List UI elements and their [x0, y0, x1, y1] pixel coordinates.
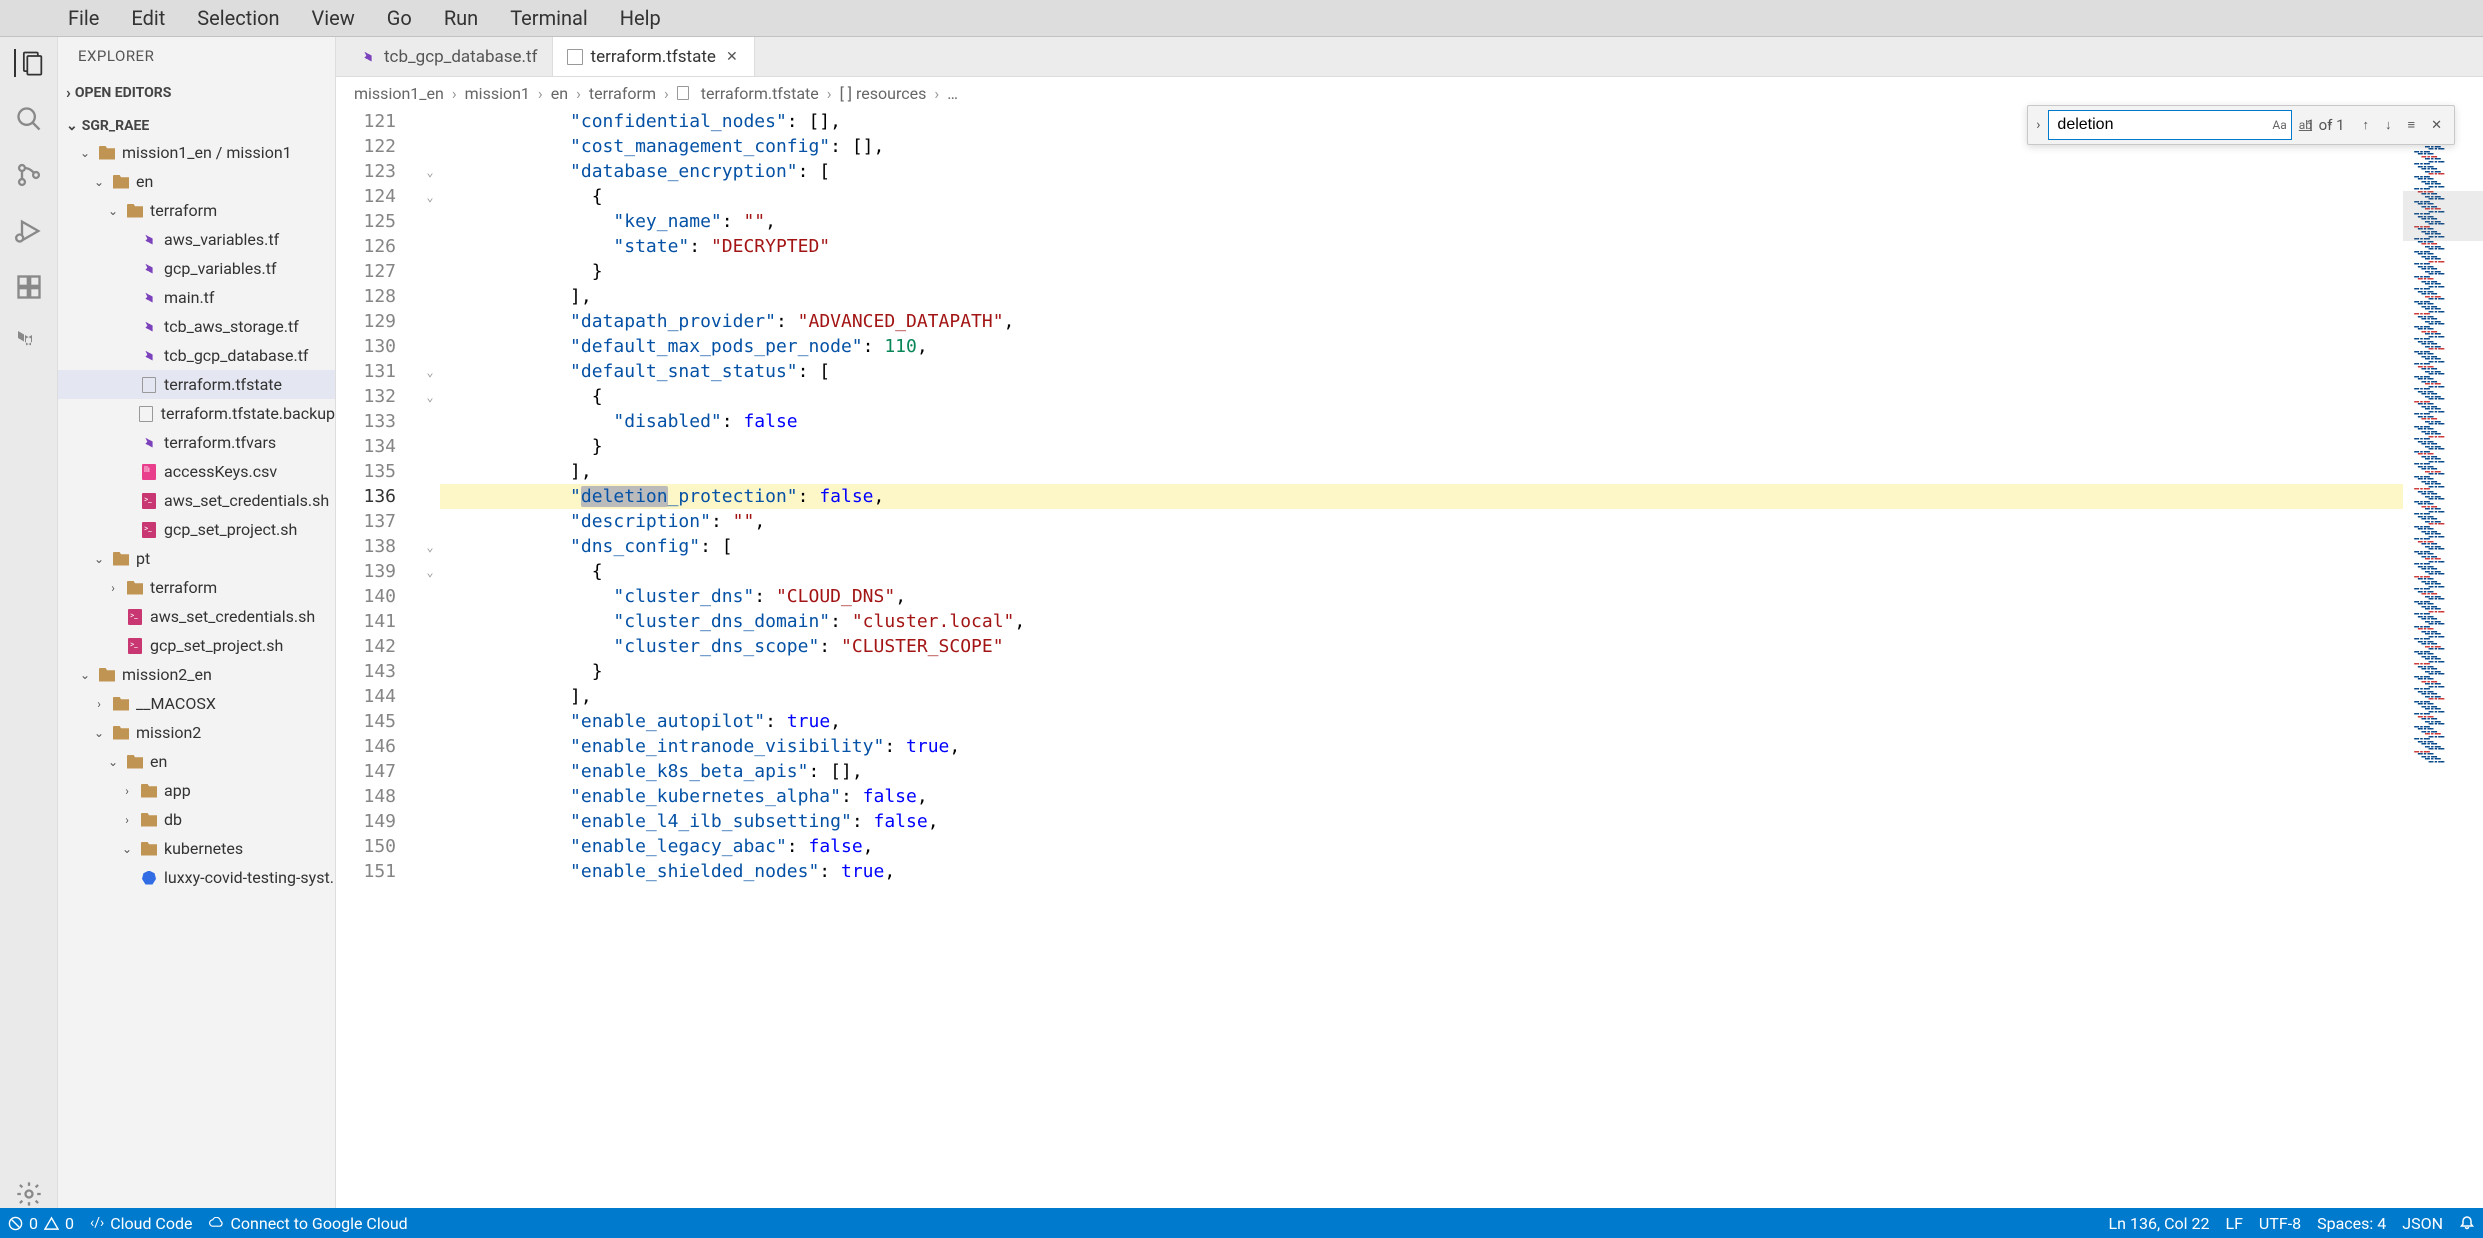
menu-edit[interactable]: Edit	[123, 2, 173, 34]
breadcrumb-item[interactable]: terraform.tfstate	[677, 84, 819, 103]
menu-go[interactable]: Go	[379, 2, 420, 34]
file-icon	[677, 86, 689, 100]
activity-bar	[0, 37, 58, 1208]
sidebar-title: EXPLORER	[58, 37, 335, 75]
cloud-code-button[interactable]: ‹/› Cloud Code	[90, 1214, 192, 1233]
find-previous-icon[interactable]: ↑	[2359, 113, 2374, 137]
terraform-file-icon	[360, 49, 376, 65]
find-results-count: 1 of 1	[2300, 116, 2350, 134]
tree-item[interactable]: terraform.tfstate	[58, 370, 335, 399]
tree-item[interactable]: tcb_aws_storage.tf	[58, 312, 335, 341]
tree-item[interactable]: ⌄pt	[58, 544, 335, 573]
menu-view[interactable]: View	[304, 2, 363, 34]
tree-item[interactable]: gcp_set_project.sh	[58, 631, 335, 660]
tree-item[interactable]: ›terraform	[58, 573, 335, 602]
tab-tcb-gcp-database[interactable]: tcb_gcp_database.tf	[346, 37, 553, 76]
tree-item[interactable]: ⌄mission2_en	[58, 660, 335, 689]
toggle-replace-icon[interactable]: ›	[2036, 117, 2040, 133]
match-case-icon[interactable]: Aa	[2268, 116, 2290, 134]
tree-item[interactable]: aws_set_credentials.sh	[58, 602, 335, 631]
search-icon[interactable]	[15, 105, 43, 133]
file-icon	[567, 49, 583, 65]
explorer-icon[interactable]	[14, 49, 42, 77]
tree-item[interactable]: aws_variables.tf	[58, 225, 335, 254]
close-find-icon[interactable]: ✕	[2427, 114, 2446, 137]
tree-item[interactable]: ›__MACOSX	[58, 689, 335, 718]
eol-indicator[interactable]: LF	[2225, 1214, 2242, 1233]
breadcrumb-item[interactable]: en	[551, 84, 568, 103]
line-number-gutter: 1211221231241251261271281291301311321331…	[336, 109, 420, 1208]
status-bar: 0 0 ‹/› Cloud Code Connect to Google Clo…	[0, 1208, 2483, 1238]
settings-icon[interactable]	[15, 1180, 43, 1208]
tree-item[interactable]: aws_set_credentials.sh	[58, 486, 335, 515]
fold-column[interactable]: ⌄⌄⌄⌄⌄⌄	[420, 109, 440, 1208]
minimap[interactable]: ████ ██ █████ ████ ██ █████ ████ ██ ████…	[2403, 109, 2483, 1208]
breadcrumb-item[interactable]: …	[947, 84, 958, 103]
notifications-icon[interactable]	[2459, 1215, 2475, 1231]
tree-item[interactable]: accessKeys.csv	[58, 457, 335, 486]
find-input-container: Aa ab .*	[2048, 110, 2292, 140]
breadcrumb-item[interactable]: [ ] resources	[840, 84, 927, 103]
tree-item[interactable]: terraform.tfvars	[58, 428, 335, 457]
tree-item[interactable]: ⌄en	[58, 747, 335, 776]
tree-item[interactable]: luxxy-covid-testing-syst...	[58, 863, 335, 892]
sidebar: EXPLORER OPEN EDITORS SGR_RAEE ⌄mission1…	[58, 37, 336, 1208]
menu-selection[interactable]: Selection	[189, 2, 287, 34]
language-indicator[interactable]: JSON	[2402, 1214, 2443, 1233]
menu-help[interactable]: Help	[612, 2, 669, 34]
workspace-section[interactable]: SGR_RAEE	[58, 114, 335, 138]
encoding-indicator[interactable]: UTF-8	[2259, 1214, 2301, 1233]
terraform-icon[interactable]	[15, 329, 43, 357]
chevron-right-icon	[66, 83, 71, 102]
tree-item[interactable]: ›db	[58, 805, 335, 834]
run-debug-icon[interactable]	[15, 217, 43, 245]
tree-item[interactable]: ›app	[58, 776, 335, 805]
titlebar: File Edit Selection View Go Run Terminal…	[0, 0, 2483, 37]
tree-item[interactable]: gcp_set_project.sh	[58, 515, 335, 544]
cursor-position[interactable]: Ln 136, Col 22	[2109, 1214, 2210, 1233]
indent-indicator[interactable]: Spaces: 4	[2317, 1214, 2386, 1233]
close-icon[interactable]: ✕	[724, 49, 740, 65]
find-next-icon[interactable]: ↓	[2381, 113, 2396, 137]
open-editors-section[interactable]: OPEN EDITORS	[58, 79, 335, 106]
menu-terminal[interactable]: Terminal	[502, 2, 596, 34]
editor-area: tcb_gcp_database.tf terraform.tfstate ✕ …	[336, 37, 2483, 1208]
code-content[interactable]: "confidential_nodes": [], "cost_manageme…	[440, 109, 2403, 1208]
find-in-selection-icon[interactable]: ≡	[2404, 113, 2420, 137]
menu-run[interactable]: Run	[436, 2, 486, 34]
breadcrumb-item[interactable]: mission1_en	[354, 84, 444, 103]
editor-body[interactable]: 1211221231241251261271281291301311321331…	[336, 109, 2483, 1208]
breadcrumb-item[interactable]: terraform	[589, 84, 656, 103]
tree-item[interactable]: terraform.tfstate.backup	[58, 399, 335, 428]
file-tree[interactable]: ⌄mission1_en / mission1⌄en⌄terraformaws_…	[58, 138, 335, 892]
menu-file[interactable]: File	[60, 2, 107, 34]
chevron-down-icon	[66, 118, 78, 134]
tree-item[interactable]: ⌄en	[58, 167, 335, 196]
find-widget: › Aa ab .* 1 of 1 ↑ ↓ ≡ ✕	[2027, 105, 2455, 145]
tab-terraform-tfstate[interactable]: terraform.tfstate ✕	[553, 37, 755, 76]
tree-item[interactable]: ⌄mission2	[58, 718, 335, 747]
tab-bar: tcb_gcp_database.tf terraform.tfstate ✕	[336, 37, 2483, 77]
tree-item[interactable]: gcp_variables.tf	[58, 254, 335, 283]
tree-item[interactable]: main.tf	[58, 283, 335, 312]
find-input[interactable]	[2057, 116, 2264, 134]
extensions-icon[interactable]	[15, 273, 43, 301]
tree-item[interactable]: ⌄terraform	[58, 196, 335, 225]
connect-gcloud-button[interactable]: Connect to Google Cloud	[208, 1214, 407, 1233]
problems-button[interactable]: 0 0	[8, 1214, 74, 1233]
tree-item[interactable]: ⌄mission1_en / mission1	[58, 138, 335, 167]
source-control-icon[interactable]	[15, 161, 43, 189]
tree-item[interactable]: ⌄kubernetes	[58, 834, 335, 863]
breadcrumb-item[interactable]: mission1	[465, 84, 530, 103]
tree-item[interactable]: tcb_gcp_database.tf	[58, 341, 335, 370]
minimap-viewport[interactable]	[2403, 191, 2483, 241]
